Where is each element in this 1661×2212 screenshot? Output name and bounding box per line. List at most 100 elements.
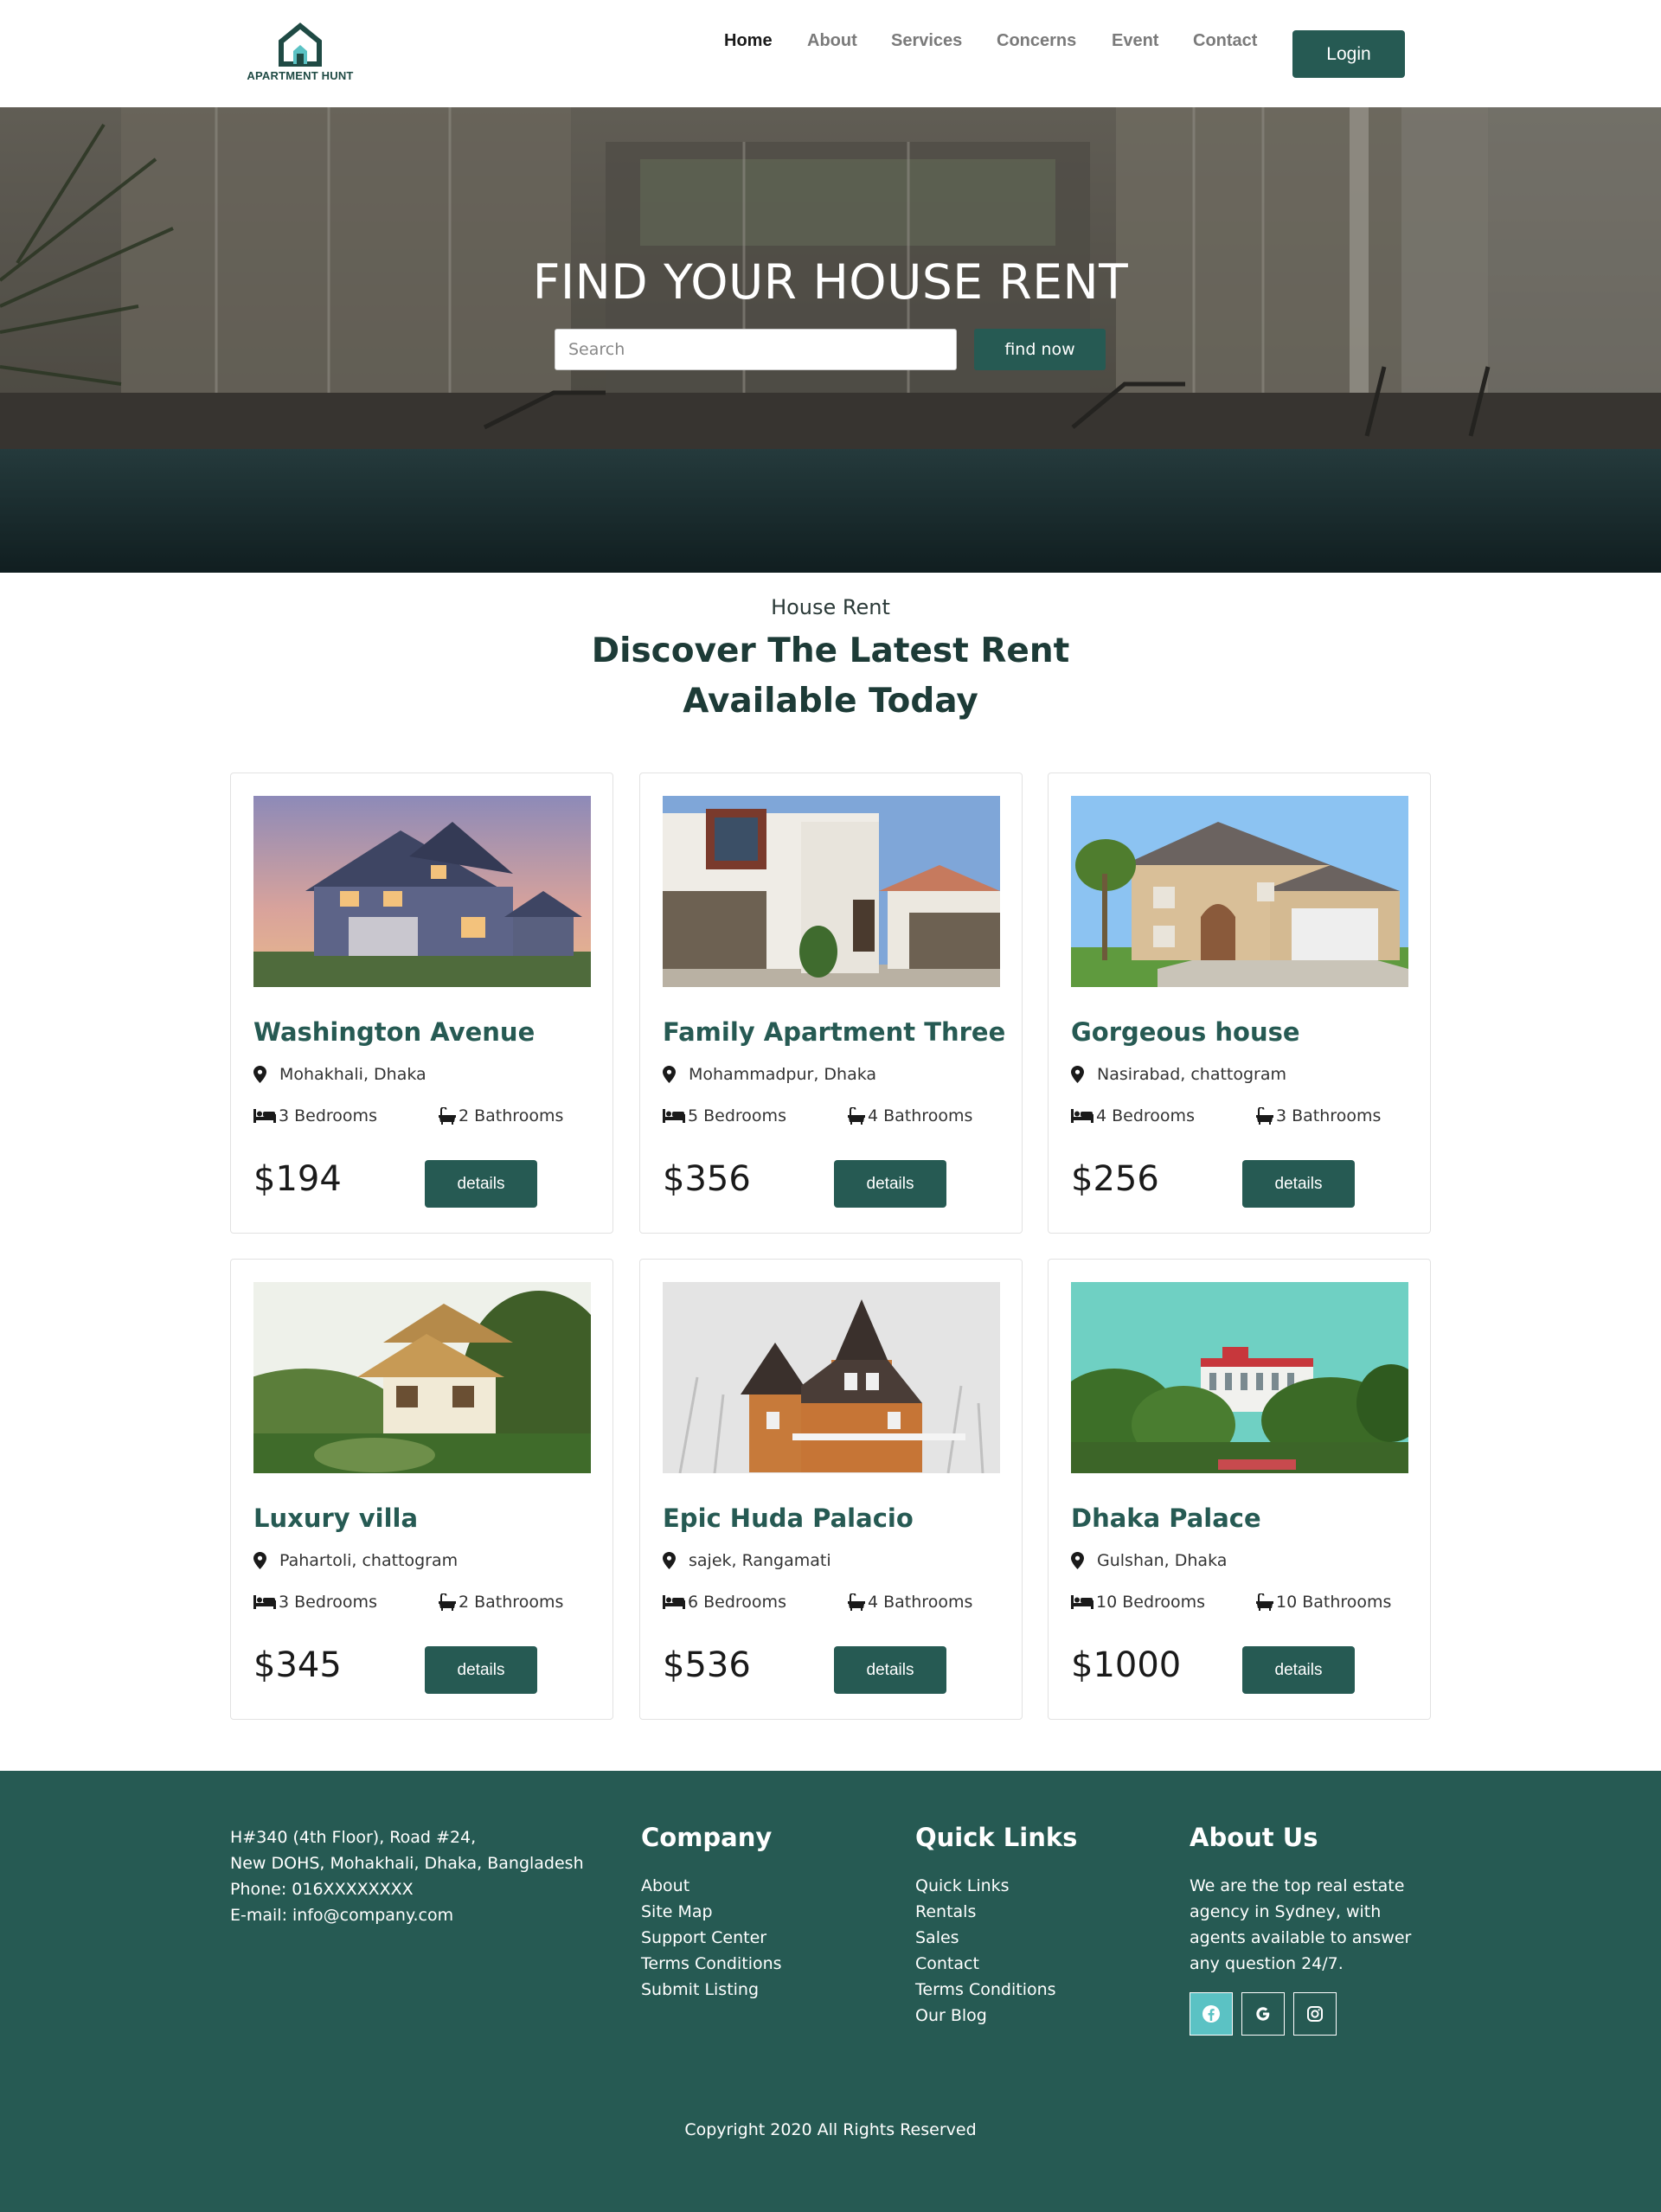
details-button[interactable]: details [1242,1160,1355,1208]
listing-title[interactable]: Epic Huda Palacio [663,1504,914,1533]
location-pin-icon [1071,1066,1084,1083]
nav-link-home[interactable]: Home [724,31,773,51]
footer-link-quick-links[interactable]: Quick Links [915,1873,1077,1899]
listing-bathrooms: 4 Bathrooms [848,1106,972,1125]
footer-link-contact[interactable]: Contact [915,1951,1077,1977]
brand-logo[interactable]: APARTMENT HUNT [244,22,356,88]
location-pin-icon [1071,1552,1084,1569]
listing-bathrooms: 3 Bathrooms [1256,1106,1381,1125]
listing-title[interactable]: Gorgeous house [1071,1017,1300,1047]
location-pin-icon [253,1552,266,1569]
listing-photo [663,796,1000,987]
listing-location: Mohakhali, Dhaka [253,1065,426,1084]
bathtub-icon [439,1107,456,1125]
footer-link-support-center[interactable]: Support Center [641,1925,782,1951]
listing-title[interactable]: Dhaka Palace [1071,1504,1261,1533]
listing-bedrooms: 10 Bedrooms [1071,1593,1205,1612]
bed-icon [663,1109,685,1123]
listing-price: $194 [253,1159,342,1199]
bathtub-icon [1256,1593,1273,1611]
listing-price: $256 [1071,1159,1159,1199]
listing-bedrooms: 4 Bedrooms [1071,1106,1195,1125]
top-navbar: APARTMENT HUNT Home About Services Conce… [0,0,1661,107]
footer-company: Company About Site Map Support Center Te… [641,1823,782,2003]
footer-about-text: We are the top real estate agency in Syd… [1190,1876,1412,1973]
footer-link-submit-listing[interactable]: Submit Listing [641,1977,782,2003]
listing-card: Epic Huda Palacio sajek, Rangamati 6 Bed… [639,1259,1023,1720]
listing-price: $1000 [1071,1645,1182,1685]
footer-link-sales[interactable]: Sales [915,1925,1077,1951]
google-icon[interactable] [1241,1992,1285,2036]
details-button[interactable]: details [834,1646,946,1694]
section-subtitle: House Rent [771,595,890,619]
footer-link-terms[interactable]: Terms Conditions [641,1951,782,1977]
footer-link-about[interactable]: About [641,1873,782,1899]
details-button[interactable]: details [834,1160,946,1208]
details-button[interactable]: details [425,1646,537,1694]
bed-icon [253,1595,276,1609]
listing-location: Pahartoli, chattogram [253,1551,458,1570]
section-title-line2: Available Today [683,682,978,721]
bed-icon [1071,1109,1093,1123]
listing-photo [1071,1282,1408,1473]
listing-card: Family Apartment Three Mohammadpur, Dhak… [639,773,1023,1234]
footer-link-terms-conditions[interactable]: Terms Conditions [915,1977,1077,2003]
section-title-line1: Discover The Latest Rent [591,632,1070,670]
nav-link-about[interactable]: About [807,31,857,51]
footer: H#340 (4th Floor), Road #24, New DOHS, M… [0,1771,1661,2212]
bathtub-icon [848,1107,865,1125]
listing-bathrooms: 2 Bathrooms [439,1593,563,1612]
search-input[interactable] [555,329,957,370]
footer-link-site-map[interactable]: Site Map [641,1899,782,1925]
footer-link-rentals[interactable]: Rentals [915,1899,1077,1925]
listing-card: Washington Avenue Mohakhali, Dhaka 3 Bed… [230,773,613,1234]
listing-location: Nasirabad, chattogram [1071,1065,1286,1084]
footer-about: About Us We are the top real estate agen… [1190,1823,1436,2036]
listing-bedrooms: 3 Bedrooms [253,1106,377,1125]
listing-title[interactable]: Luxury villa [253,1504,418,1533]
footer-about-heading: About Us [1190,1823,1318,1852]
location-pin-icon [663,1552,676,1569]
listing-photo [253,1282,591,1473]
find-now-button[interactable]: find now [974,329,1106,370]
bed-icon [1071,1595,1093,1609]
listing-title[interactable]: Washington Avenue [253,1017,535,1047]
listing-bedrooms: 5 Bedrooms [663,1106,786,1125]
section-title: Discover The Latest Rent Available Today [0,626,1661,727]
listing-title[interactable]: Family Apartment Three [663,1017,1005,1047]
facebook-icon[interactable] [1190,1992,1233,2036]
location-pin-icon [253,1066,266,1083]
bed-icon [253,1109,276,1123]
bed-icon [663,1595,685,1609]
listing-bathrooms: 2 Bathrooms [439,1106,563,1125]
listing-location: Mohammadpur, Dhaka [663,1065,876,1084]
listing-bedrooms: 6 Bedrooms [663,1593,786,1612]
hero-title: FIND YOUR HOUSE RENT [532,254,1129,310]
instagram-icon[interactable] [1293,1992,1337,2036]
house-logo-icon [279,22,322,67]
footer-address: H#340 (4th Floor), Road #24, New DOHS, M… [230,1828,584,1925]
listing-bathrooms: 10 Bathrooms [1256,1593,1391,1612]
location-pin-icon [663,1066,676,1083]
nav-link-concerns[interactable]: Concerns [997,31,1076,51]
nav-link-event[interactable]: Event [1112,31,1158,51]
listing-location: sajek, Rangamati [663,1551,831,1570]
bathtub-icon [439,1593,456,1611]
footer-quick-links-heading: Quick Links [915,1823,1078,1852]
footer-link-blog[interactable]: Our Blog [915,2003,1077,2029]
details-button[interactable]: details [1242,1646,1355,1694]
bathtub-icon [848,1593,865,1611]
listing-bedrooms: 3 Bedrooms [253,1593,377,1612]
listing-card: Gorgeous house Nasirabad, chattogram 4 B… [1048,773,1431,1234]
nav-link-services[interactable]: Services [891,31,962,51]
listing-photo [1071,796,1408,987]
bathtub-icon [1256,1107,1273,1125]
listing-card: Luxury villa Pahartoli, chattogram 3 Bed… [230,1259,613,1720]
listing-bathrooms: 4 Bathrooms [848,1593,972,1612]
nav-link-contact[interactable]: Contact [1193,31,1257,51]
listing-price: $345 [253,1645,342,1685]
details-button[interactable]: details [425,1160,537,1208]
login-button[interactable]: Login [1292,30,1405,78]
footer-company-heading: Company [641,1823,773,1852]
listing-photo [253,796,591,987]
